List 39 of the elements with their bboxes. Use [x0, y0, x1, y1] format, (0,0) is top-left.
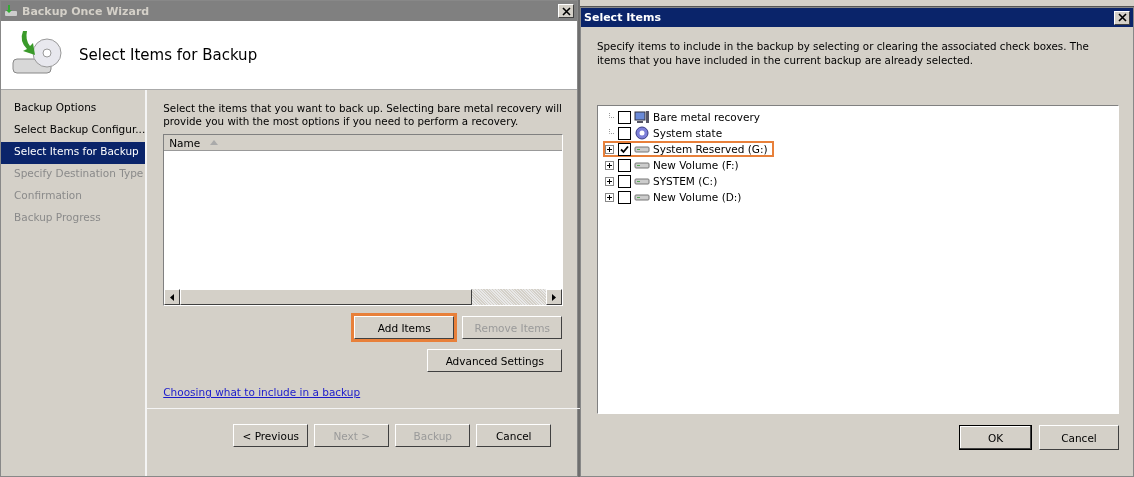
items-list[interactable]: Name [163, 134, 564, 306]
expand-toggle[interactable] [605, 144, 615, 154]
cancel-button[interactable]: Cancel [1039, 425, 1119, 450]
help-link[interactable]: Choosing what to include in a backup [163, 386, 361, 398]
expand-toggle[interactable] [605, 192, 615, 202]
sort-arrow-icon [210, 140, 219, 145]
wizard-nav-button[interactable]: Cancel [476, 424, 552, 447]
checkbox[interactable] [618, 190, 631, 204]
tree-item[interactable]: Bare metal recovery [653, 111, 760, 123]
wizard-step[interactable]: Backup Options [1, 98, 146, 120]
tree-item[interactable]: New Volume (F:) [653, 159, 739, 171]
ok-button[interactable]: OK [959, 425, 1032, 450]
tree-item[interactable]: System state [653, 127, 723, 139]
wizard-step[interactable]: Select Items for Backup [1, 142, 146, 164]
checkbox[interactable] [618, 126, 631, 140]
left-arrow-icon[interactable] [170, 293, 175, 301]
tree-item[interactable]: SYSTEM (C:) [653, 175, 718, 187]
wizard-nav-button[interactable]: < Previous [233, 424, 309, 447]
horizontal-scrollbar[interactable] [164, 289, 563, 305]
window-title: Backup Once Wizard [22, 4, 151, 18]
dialog-title: Select Items [584, 11, 663, 24]
checkbox[interactable] [618, 110, 631, 124]
expand-toggle[interactable] [605, 160, 615, 170]
dialog-description: Specify items to include in the backup by selecting or clearing the associated check boxes. The items that you have included in the current backup are already selected. [597, 39, 1090, 67]
checkbox[interactable] [618, 174, 631, 188]
tree-item[interactable]: New Volume (D:) [653, 191, 742, 203]
right-arrow-icon[interactable] [552, 293, 557, 301]
computer-icon [634, 110, 650, 124]
backup-app-icon [4, 4, 18, 18]
close-button[interactable] [1114, 10, 1130, 25]
gear-icon [634, 126, 650, 140]
add-items-button[interactable]: Add Items [354, 316, 455, 339]
instructions-text: Select the items that you want to back up. Selecting bare metal recovery will provide you with the most options if you need to perform a recovery. [163, 102, 563, 128]
advanced-settings-button[interactable]: Advanced Settings [427, 349, 563, 372]
wizard-step[interactable]: Select Backup Configur... [1, 120, 146, 142]
expand-toggle[interactable] [605, 176, 615, 186]
page-heading: Select Items for Backup [79, 46, 258, 64]
checkbox[interactable] [618, 158, 631, 172]
checkbox[interactable] [618, 142, 631, 156]
